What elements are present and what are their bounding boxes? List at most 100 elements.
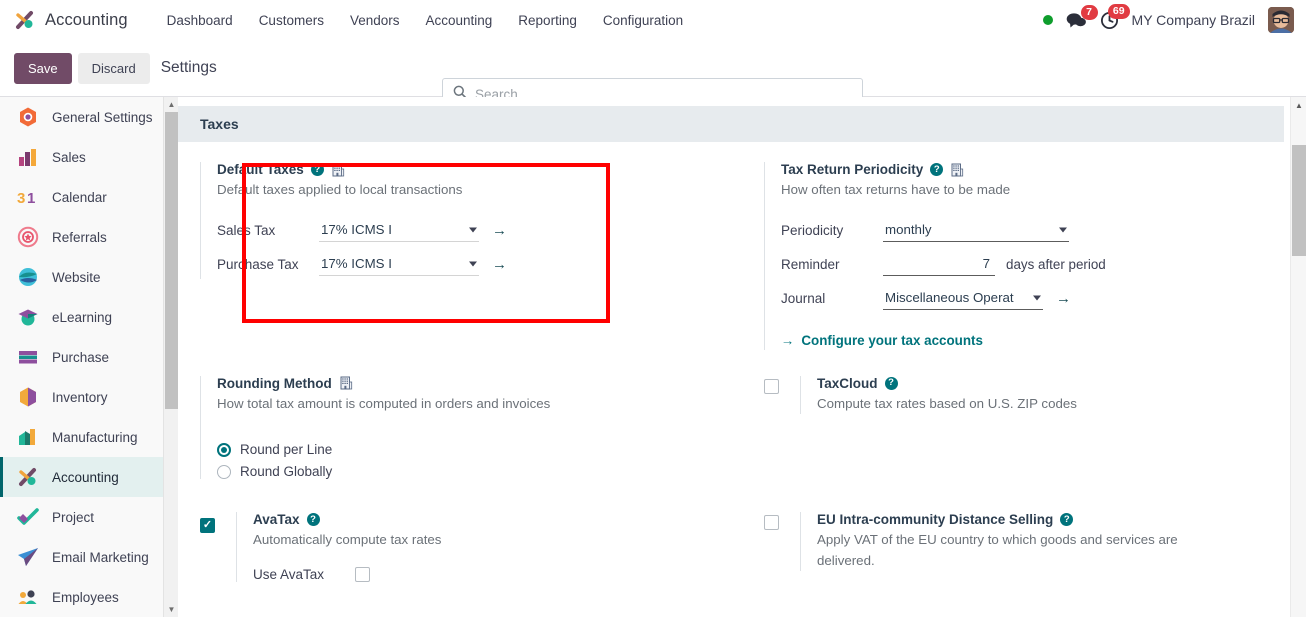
radio-icon-unselected[interactable] bbox=[217, 464, 231, 479]
sidebar-label: Calendar bbox=[52, 189, 107, 205]
setting-taxcloud: TaxCloud ? Compute tax rates based on U.… bbox=[742, 356, 1306, 493]
taxcloud-checkbox-col bbox=[764, 376, 800, 399]
messages-button[interactable]: 7 bbox=[1066, 4, 1098, 29]
purchase-tax-label: Purchase Tax bbox=[217, 256, 299, 272]
sidebar-item-employees[interactable]: Employees bbox=[0, 577, 178, 617]
company-scope-icon[interactable] bbox=[950, 163, 964, 177]
sidebar-item-calendar[interactable]: 3 1 Calendar bbox=[0, 177, 178, 217]
help-icon[interactable]: ? bbox=[310, 163, 324, 176]
setting-eu-distance-selling: EU Intra-community Distance Selling ? Ap… bbox=[742, 492, 1306, 588]
company-scope-icon[interactable] bbox=[331, 163, 345, 177]
sales-tax-select-wrap[interactable]: 17% ICMS I bbox=[319, 219, 479, 243]
sidebar-item-website[interactable]: Website bbox=[0, 257, 178, 297]
user-avatar[interactable] bbox=[1268, 7, 1294, 33]
menu-item-dashboard[interactable]: Dashboard bbox=[154, 7, 246, 34]
radio-icon-selected[interactable] bbox=[217, 442, 231, 457]
help-icon[interactable]: ? bbox=[884, 376, 898, 390]
sidebar-item-email-marketing[interactable]: Email Marketing bbox=[0, 537, 178, 577]
sidebar-scroll-up-icon[interactable]: ▲ bbox=[164, 97, 178, 112]
company-scope-icon[interactable] bbox=[339, 376, 353, 390]
menu-item-customers[interactable]: Customers bbox=[246, 7, 337, 34]
sidebar-scrollbar[interactable]: ▲ ▼ bbox=[163, 97, 178, 617]
company-name[interactable]: MY Company Brazil bbox=[1132, 12, 1255, 28]
save-button[interactable]: Save bbox=[14, 52, 72, 84]
sidebar-item-accounting[interactable]: Accounting bbox=[0, 457, 178, 497]
journal-select[interactable]: Miscellaneous Operat bbox=[883, 287, 1043, 310]
eu-distance-selling-description: Apply VAT of the EU country to which goo… bbox=[817, 532, 1178, 568]
help-icon[interactable]: ? bbox=[1060, 513, 1074, 527]
sidebar-item-general-settings[interactable]: General Settings bbox=[0, 97, 178, 137]
settings-sidebar: General Settings Sales 3 1 Calendar Refe… bbox=[0, 97, 178, 617]
sidebar-item-manufacturing[interactable]: Manufacturing bbox=[0, 417, 178, 457]
purchase-tax-select[interactable]: 17% ICMS I bbox=[319, 253, 479, 276]
general-settings-icon bbox=[17, 106, 39, 128]
online-status-indicator-icon bbox=[1042, 15, 1053, 25]
activities-button[interactable]: 69 bbox=[1100, 3, 1130, 30]
periodicity-select[interactable]: monthly bbox=[883, 219, 1069, 242]
help-icon[interactable]: ? bbox=[930, 163, 944, 176]
radio-round-per-line[interactable]: Round per Line bbox=[217, 442, 718, 457]
reminder-row: Reminder days after period bbox=[781, 251, 1282, 279]
setting-rounding-method: Rounding Method How total tax amount is … bbox=[178, 356, 742, 493]
brand[interactable]: Accounting bbox=[14, 9, 128, 31]
rounding-method-title-text: Rounding Method bbox=[217, 375, 332, 391]
taxcloud-description: Compute tax rates based on U.S. ZIP code… bbox=[817, 395, 1077, 411]
sidebar-label: Employees bbox=[52, 589, 119, 605]
rounding-method-title: Rounding Method bbox=[217, 376, 718, 391]
journal-label: Journal bbox=[781, 290, 826, 306]
sidebar-scroll-down-icon[interactable]: ▼ bbox=[164, 602, 178, 617]
sidebar-item-elearning[interactable]: eLearning bbox=[0, 297, 178, 337]
help-icon[interactable]: ? bbox=[306, 513, 320, 527]
sidebar-label: Inventory bbox=[52, 389, 108, 405]
use-avatax-checkbox[interactable] bbox=[355, 566, 370, 582]
menu-item-reporting[interactable]: Reporting bbox=[505, 7, 590, 34]
configure-tax-accounts-label: Configure your tax accounts bbox=[801, 332, 983, 348]
reminder-input-wrap[interactable] bbox=[883, 253, 995, 277]
sidebar-item-inventory[interactable]: Inventory bbox=[0, 377, 178, 417]
default-taxes-title-text: Default Taxes bbox=[217, 162, 304, 177]
journal-internal-link-icon[interactable]: → bbox=[1056, 291, 1071, 306]
menu-item-configuration[interactable]: Configuration bbox=[590, 7, 696, 34]
sidebar-scrollbar-thumb[interactable] bbox=[165, 112, 178, 409]
avatax-checkbox[interactable] bbox=[200, 518, 215, 534]
reminder-suffix: days after period bbox=[1006, 257, 1106, 273]
sidebar-item-purchase[interactable]: Purchase bbox=[0, 337, 178, 377]
purchase-tax-internal-link-icon[interactable]: → bbox=[492, 257, 507, 272]
periodicity-row: Periodicity monthly bbox=[781, 217, 1282, 245]
sidebar-item-referrals[interactable]: Referrals bbox=[0, 217, 178, 257]
journal-select-wrap[interactable]: Miscellaneous Operat bbox=[883, 287, 1043, 311]
referrals-icon bbox=[17, 226, 39, 248]
sales-tax-select[interactable]: 17% ICMS I bbox=[319, 219, 479, 242]
content-scroll-up-icon[interactable]: ▲ bbox=[1291, 97, 1306, 113]
content-scrollbar[interactable]: ▲ bbox=[1290, 97, 1306, 617]
website-icon bbox=[17, 266, 39, 288]
tax-return-periodicity-title: Tax Return Periodicity ? bbox=[781, 162, 1282, 177]
brand-name: Accounting bbox=[45, 10, 128, 29]
taxcloud-checkbox[interactable] bbox=[764, 378, 779, 394]
sales-tax-internal-link-icon[interactable]: → bbox=[492, 223, 507, 238]
sidebar-label: eLearning bbox=[52, 309, 113, 325]
periodicity-select-wrap[interactable]: monthly bbox=[883, 219, 1069, 243]
sidebar-label: Manufacturing bbox=[52, 429, 138, 445]
purchase-tax-select-wrap[interactable]: 17% ICMS I bbox=[319, 253, 479, 277]
eu-distance-selling-checkbox[interactable] bbox=[764, 515, 779, 531]
default-taxes-description: Default taxes applied to local transacti… bbox=[217, 182, 463, 197]
menu-item-accounting[interactable]: Accounting bbox=[413, 7, 506, 34]
tax-return-periodicity-description: How often tax returns have to be made bbox=[781, 182, 1011, 197]
taxcloud-title-text: TaxCloud bbox=[817, 375, 878, 391]
menu-item-vendors[interactable]: Vendors bbox=[337, 7, 413, 34]
navbar-systray: 7 69 MY Company Brazil bbox=[1042, 0, 1294, 40]
sidebar-item-sales[interactable]: Sales bbox=[0, 137, 178, 177]
control-panel: Save Discard Settings bbox=[0, 40, 1306, 110]
sidebar-label: Referrals bbox=[52, 229, 107, 245]
sidebar-item-project[interactable]: Project bbox=[0, 497, 178, 537]
reminder-input[interactable] bbox=[883, 253, 995, 276]
discard-button[interactable]: Discard bbox=[77, 52, 150, 84]
sidebar-label: Email Marketing bbox=[52, 549, 149, 565]
tax-return-periodicity-fields: Periodicity monthly Reminder 7 days afte… bbox=[781, 217, 1282, 313]
email-marketing-icon bbox=[17, 546, 39, 568]
radio-round-globally[interactable]: Round Globally bbox=[217, 464, 718, 479]
content-scrollbar-thumb[interactable] bbox=[1292, 145, 1306, 256]
configure-tax-accounts-link[interactable]: → Configure your tax accounts bbox=[781, 333, 983, 348]
main-area: General Settings Sales 3 1 Calendar Refe… bbox=[0, 97, 1306, 617]
